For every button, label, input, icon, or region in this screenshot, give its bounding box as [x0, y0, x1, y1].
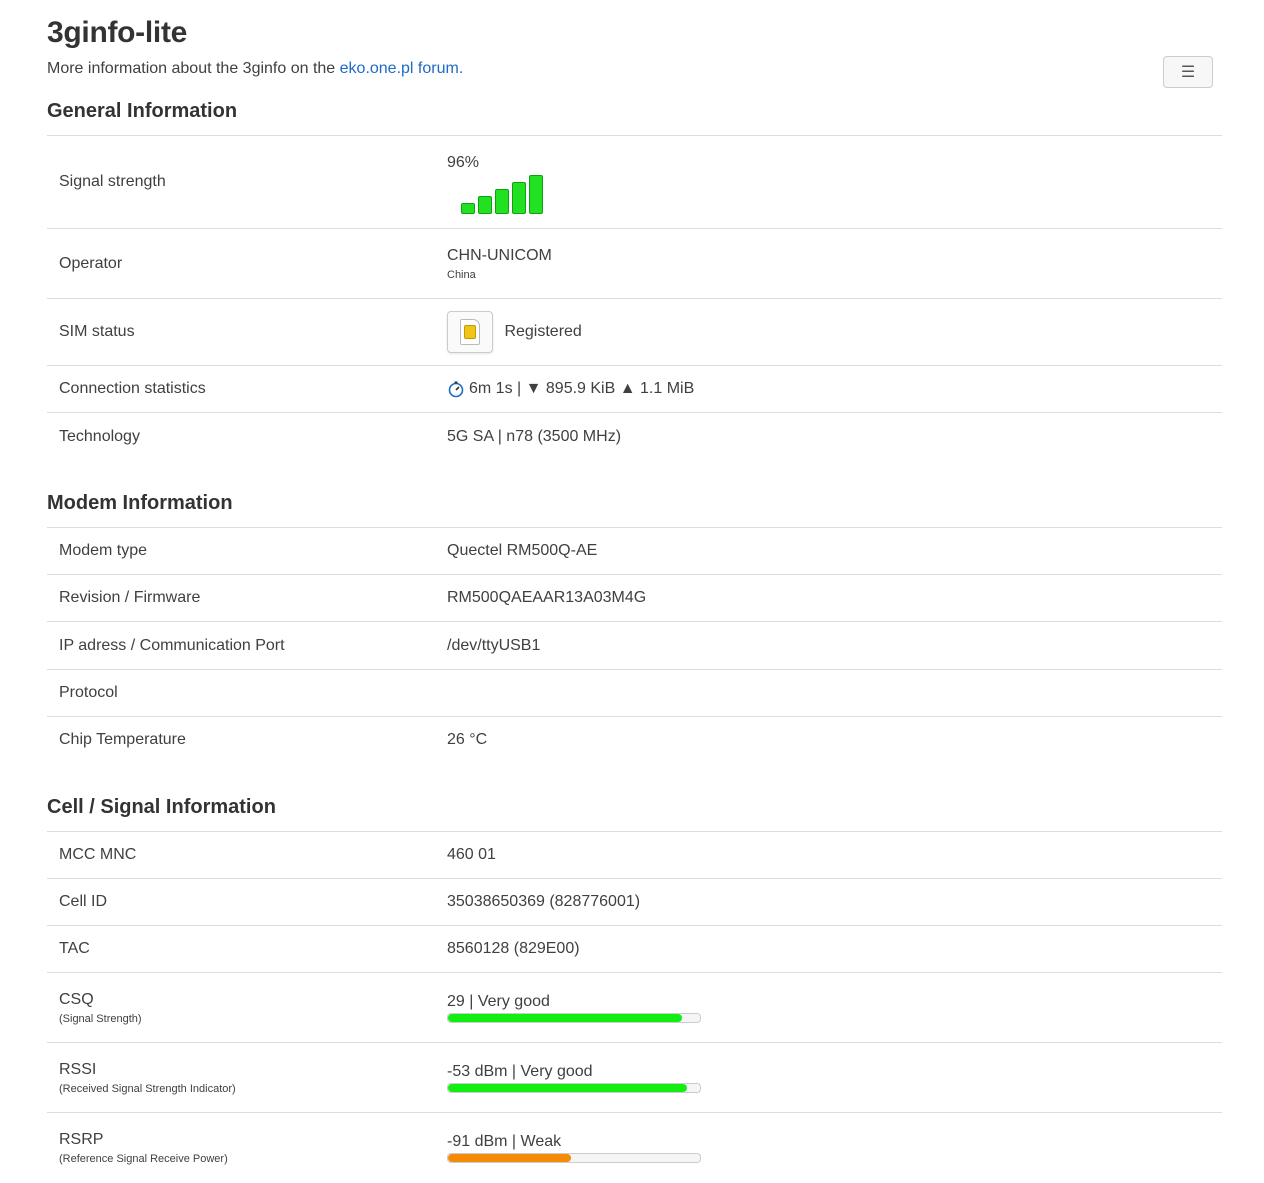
sim-card-icon: [447, 311, 493, 353]
meter-value: -91 dBm | Weak: [447, 1132, 562, 1150]
table-row: Revision / Firmware RM500QAEAAR13A03M4G: [47, 574, 1222, 622]
subtitle-text: More information about the 3ginfo on the: [47, 60, 340, 77]
connection-stats-value: 6m 1s | ▼ 895.9 KiB ▲ 1.1 MiB: [469, 379, 695, 397]
meter-value: 29 | Very good: [447, 992, 550, 1010]
cell-table: MCC MNC 460 01 Cell ID 35038650369 (8287…: [47, 831, 1222, 1183]
row-label: RSRP: [59, 1130, 104, 1148]
signal-bar: [461, 203, 475, 214]
signal-bar: [495, 189, 509, 214]
row-sublabel: (Signal Strength): [59, 1012, 142, 1025]
row-value: 35038650369 (828776001): [447, 878, 1222, 926]
table-row: Signal strength 96%: [47, 135, 1222, 229]
row-label: Protocol: [47, 669, 447, 717]
row-label: TAC: [47, 925, 447, 973]
meter-fill: [448, 1153, 572, 1162]
signal-bar: [478, 196, 492, 214]
signal-meter: [447, 1082, 701, 1093]
page-subtitle: More information about the 3ginfo on the…: [47, 60, 463, 78]
row-label: Chip Temperature: [47, 716, 447, 764]
row-value: 26 °C: [447, 716, 1222, 764]
stopwatch-icon: [448, 381, 464, 398]
technology-value: 5G SA | n78 (3500 MHz): [447, 412, 1222, 461]
row-value: 8560128 (829E00): [447, 925, 1222, 973]
table-row: TAC 8560128 (829E00): [47, 925, 1222, 973]
signal-bar: [512, 182, 526, 214]
table-row: RSRP (Reference Signal Receive Power) -9…: [47, 1112, 1222, 1183]
table-row: Connection statistics 6m 1s | ▼ 895.9 Ki…: [47, 365, 1222, 413]
table-row: CSQ (Signal Strength) 29 | Very good: [47, 972, 1222, 1043]
signal-bars-icon: [461, 175, 1222, 214]
row-label: Operator: [47, 228, 447, 299]
menu-button[interactable]: ☰: [1163, 56, 1213, 88]
row-label: Modem type: [47, 527, 447, 575]
row-label: Revision / Firmware: [47, 574, 447, 622]
signal-meter: [447, 1012, 701, 1023]
table-row: Protocol: [47, 669, 1222, 717]
table-row: MCC MNC 460 01: [47, 831, 1222, 879]
meter-fill: [448, 1013, 683, 1022]
row-label: IP adress / Communication Port: [47, 621, 447, 670]
section-title-modem: Modem Information: [47, 492, 233, 514]
meter-value: -53 dBm | Very good: [447, 1062, 593, 1080]
general-table: Signal strength 96% Operator CHN-UNICOM …: [47, 135, 1222, 461]
row-label: SIM status: [47, 298, 447, 366]
table-row: IP adress / Communication Port /dev/ttyU…: [47, 621, 1222, 670]
row-value: [447, 669, 1222, 717]
row-label: Cell ID: [47, 878, 447, 926]
operator-country: China: [447, 268, 476, 281]
table-row: Modem type Quectel RM500Q-AE: [47, 527, 1222, 575]
sim-status-value: Registered: [504, 323, 582, 340]
table-row: Chip Temperature 26 °C: [47, 716, 1222, 764]
forum-link[interactable]: eko.one.pl forum.: [340, 60, 464, 77]
hamburger-icon: ☰: [1180, 64, 1196, 81]
row-value: Quectel RM500Q-AE: [447, 527, 1222, 575]
table-row: Operator CHN-UNICOM China: [47, 228, 1222, 299]
signal-meter: [447, 1152, 701, 1163]
row-label: MCC MNC: [47, 831, 447, 879]
row-value: /dev/ttyUSB1: [447, 621, 1222, 670]
table-row: SIM status Registered: [47, 298, 1222, 366]
page-title: 3ginfo-lite: [47, 16, 188, 49]
meter-fill: [448, 1083, 688, 1092]
table-row: RSSI (Received Signal Strength Indicator…: [47, 1042, 1222, 1113]
row-label: Signal strength: [47, 135, 447, 229]
section-title-cell: Cell / Signal Information: [47, 796, 276, 818]
row-label: Technology: [47, 412, 447, 461]
row-sublabel: (Received Signal Strength Indicator): [59, 1082, 236, 1095]
row-label: RSSI: [59, 1060, 97, 1078]
row-sublabel: (Reference Signal Receive Power): [59, 1152, 228, 1165]
operator-value: CHN-UNICOM: [447, 246, 552, 264]
row-label: Connection statistics: [47, 365, 447, 413]
signal-percent: 96%: [447, 154, 480, 171]
modem-table: Modem type Quectel RM500Q-AE Revision / …: [47, 527, 1222, 764]
table-row: Technology 5G SA | n78 (3500 MHz): [47, 412, 1222, 461]
signal-bar: [529, 175, 543, 214]
table-row: Cell ID 35038650369 (828776001): [47, 878, 1222, 926]
row-label: CSQ: [59, 990, 94, 1008]
section-title-general: General Information: [47, 100, 238, 122]
row-value: 460 01: [447, 831, 1222, 879]
row-value: RM500QAEAAR13A03M4G: [447, 574, 1222, 622]
